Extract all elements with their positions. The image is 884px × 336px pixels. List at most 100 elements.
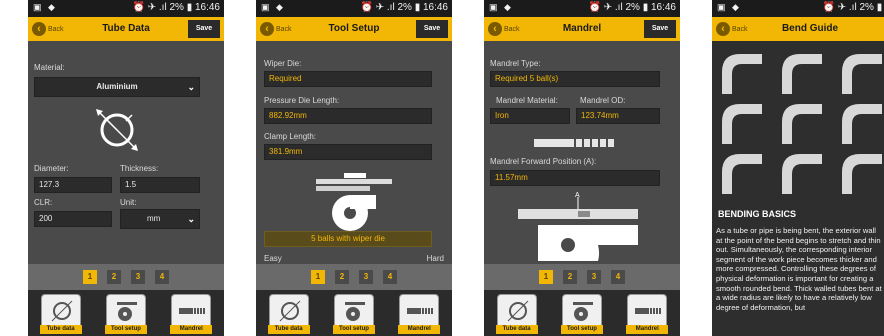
mandrel-tab[interactable]: Mandrel	[398, 294, 441, 334]
status-right: ⏰ ✈ .ıl 2% ▮ 16:46	[822, 2, 884, 13]
summary-bar: 5 balls with wiper die	[264, 231, 432, 247]
status-bar: ▣ ◆ ⏰ ✈ .ıl 2% ▮ 16:46	[484, 0, 680, 17]
tube-data-tab[interactable]: Tube data	[267, 294, 310, 334]
mandrel-icon	[635, 308, 662, 314]
wiper-die-field[interactable]: Required	[264, 71, 432, 87]
tool-setup-tab[interactable]: Tool setup	[560, 294, 603, 334]
pressure-die-field[interactable]: 882.92mm	[264, 108, 432, 124]
tool-setup-tab[interactable]: Tool setup	[104, 294, 147, 334]
status-left-icons: ▣ ◆	[33, 2, 57, 12]
page-indicator: 1 2 3 4	[256, 264, 452, 290]
pressure-die-label: Pressure Die Length:	[264, 96, 340, 105]
mandrel-tab[interactable]: Mandrel	[170, 294, 213, 334]
forward-position-field[interactable]: 11.57mm	[490, 170, 660, 186]
phone-tube-data: ▣ ◆ ⏰ ✈ .ıl 2% ▮ 16:46 ‹ Back Tube Data …	[28, 0, 224, 336]
page-4[interactable]: 4	[611, 270, 625, 284]
page-3[interactable]: 3	[359, 270, 373, 284]
status-left-icons: ▣ ◆	[717, 2, 741, 12]
save-button[interactable]: Save	[188, 20, 220, 38]
page-3[interactable]: 3	[131, 270, 145, 284]
top-bar: ‹ Back Bend Guide	[712, 17, 884, 41]
forward-position-label: Mandrel Forward Position (A):	[490, 157, 597, 166]
bottom-nav: Tube data Tool setup Mandrel	[256, 290, 452, 336]
page-4[interactable]: 4	[155, 270, 169, 284]
phone-mandrel: ▣ ◆ ⏰ ✈ .ıl 2% ▮ 16:46 ‹ Back Mandrel Sa…	[484, 0, 680, 336]
clamp-length-label: Clamp Length:	[264, 132, 317, 141]
thickness-field[interactable]: 1.5	[120, 177, 200, 193]
mandrel-tab[interactable]: Mandrel	[626, 294, 669, 334]
status-left-icons: ▣ ◆	[489, 2, 513, 12]
tube-data-tab-label: Tube data	[267, 325, 310, 334]
chevron-down-icon: ⌄	[187, 214, 195, 224]
status-bar: ▣ ◆ ⏰ ✈ .ıl 2% ▮ 16:46	[256, 0, 452, 17]
chevron-down-icon: ⌄	[187, 82, 195, 92]
status-bar: ▣ ◆ ⏰ ✈ .ıl 2% ▮ 16:46	[712, 0, 884, 17]
bender-icon	[572, 302, 593, 321]
page-indicator: 1 2 3 4	[28, 264, 224, 290]
tool-setup-tab[interactable]: Tool setup	[332, 294, 375, 334]
material-select[interactable]: Aluminium ⌄	[34, 77, 200, 97]
mandrel-balls-diagram	[534, 139, 614, 147]
tube-icon	[279, 300, 301, 322]
material-label: Material:	[34, 63, 65, 72]
top-bar: ‹ Back Mandrel Save	[484, 17, 680, 41]
mandrel-material-label: Mandrel Material:	[496, 96, 558, 105]
diameter-label: Diameter:	[34, 164, 69, 173]
status-bar: ▣ ◆ ⏰ ✈ .ıl 2% ▮ 16:46	[28, 0, 224, 17]
bottom-nav: Tube data Tool setup Mandrel	[484, 290, 680, 336]
page-2[interactable]: 2	[107, 270, 121, 284]
mandrel-icon	[407, 308, 434, 314]
page-4[interactable]: 4	[383, 270, 397, 284]
status-right: ⏰ ✈ .ıl 2% ▮ 16:46	[132, 2, 220, 13]
tube-data-tab-label: Tube data	[39, 325, 82, 334]
mandrel-material-field[interactable]: Iron	[490, 108, 570, 124]
bender-icon	[116, 302, 137, 321]
material-value: Aluminium	[96, 82, 138, 91]
mandrel-type-field[interactable]: Required 5 ball(s)	[490, 71, 660, 87]
bottom-nav: Tube data Tool setup Mandrel	[28, 290, 224, 336]
page-1[interactable]: 1	[539, 270, 553, 284]
clr-label: CLR:	[34, 198, 53, 207]
phone-bend-guide: ▣ ◆ ⏰ ✈ .ıl 2% ▮ 16:46 ‹ Back Bend Guide…	[712, 0, 884, 336]
tube-data-tab[interactable]: Tube data	[39, 294, 82, 334]
save-button[interactable]: Save	[644, 20, 676, 38]
unit-value: mm	[147, 214, 161, 223]
bender-icon	[344, 302, 365, 321]
page-indicator: 1 2 3 4	[484, 264, 680, 290]
clamp-length-field[interactable]: 381.9mm	[264, 144, 432, 160]
easy-label: Easy	[264, 254, 282, 263]
top-bar: ‹ Back Tube Data Save	[28, 17, 224, 41]
clr-field[interactable]: 200	[34, 211, 112, 227]
status-right: ⏰ ✈ .ıl 2% ▮ 16:46	[588, 2, 676, 13]
mandrel-od-field[interactable]: 123.74mm	[576, 108, 660, 124]
page-3[interactable]: 3	[587, 270, 601, 284]
tube-data-form: Material: Aluminium ⌄ Diameter: 127.3 Th…	[28, 41, 224, 261]
hard-label: Hard	[426, 254, 444, 263]
phone-tool-setup: ▣ ◆ ⏰ ✈ .ıl 2% ▮ 16:46 ‹ Back Tool Setup…	[256, 0, 452, 336]
page-1[interactable]: 1	[311, 270, 325, 284]
mandrel-type-label: Mandrel Type:	[490, 59, 541, 68]
page-2[interactable]: 2	[335, 270, 349, 284]
tube-data-tab[interactable]: Tube data	[495, 294, 538, 334]
unit-label: Unit:	[120, 198, 137, 207]
thickness-label: Thickness:	[120, 164, 159, 173]
mandrel-tab-label: Mandrel	[170, 325, 213, 334]
mandrel-od-label: Mandrel OD:	[580, 96, 626, 105]
tool-setup-form: Wiper Die: Required Pressure Die Length:…	[256, 41, 452, 263]
mandrel-position-diagram	[518, 197, 638, 261]
status-right: ⏰ ✈ .ıl 2% ▮ 16:46	[360, 2, 448, 13]
bending-basics-body: As a tube or pipe is being bent, the ext…	[716, 226, 882, 312]
wiper-die-label: Wiper Die:	[264, 59, 302, 68]
tube-icon	[507, 300, 529, 322]
mandrel-tab-label: Mandrel	[398, 325, 441, 334]
unit-select[interactable]: mm ⌄	[120, 209, 200, 229]
page-2[interactable]: 2	[563, 270, 577, 284]
top-bar: ‹ Back Tool Setup Save	[256, 17, 452, 41]
mandrel-tab-label: Mandrel	[626, 325, 669, 334]
bend-examples-grid	[722, 54, 882, 194]
tube-cross-section-icon	[96, 109, 138, 151]
a-marker-label: A	[575, 192, 580, 199]
diameter-field[interactable]: 127.3	[34, 177, 112, 193]
page-1[interactable]: 1	[83, 270, 97, 284]
save-button[interactable]: Save	[416, 20, 448, 38]
